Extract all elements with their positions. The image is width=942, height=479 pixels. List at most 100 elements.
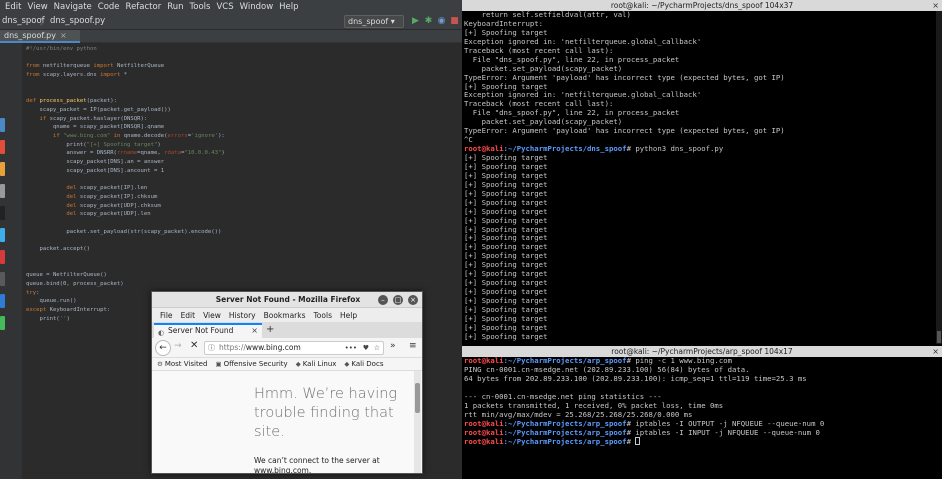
scrollbar-thumb[interactable] — [937, 331, 941, 343]
ide-menu-item[interactable]: Help — [276, 2, 301, 12]
ide-menu-item[interactable]: View — [24, 2, 50, 12]
ide-menu-item[interactable]: Refactor — [123, 2, 165, 12]
terminal-text: [+] Spoofing target — [464, 234, 548, 243]
terminal-line: [+] Spoofing target — [464, 306, 934, 315]
bookmark-item[interactable]: ◆ Kali Linux — [296, 360, 337, 368]
terminal-line: [+] Spoofing target — [464, 234, 934, 243]
dock-app-icon[interactable] — [0, 140, 5, 154]
code-line: qname = scapy_packet[DNSQR].qname — [26, 124, 165, 131]
page-actions-icon[interactable]: ••• — [345, 342, 357, 354]
bookmark-item[interactable]: ⚙ Most Visited — [157, 360, 207, 368]
scrollbar-thumb[interactable] — [415, 383, 420, 413]
prompt-path: :~/PycharmProjects/arp_spoof — [503, 357, 627, 365]
terminal-line: [+] Spoofing target — [464, 252, 934, 261]
terminal-line: --- cn-0001.cn-msedge.net ping statistic… — [464, 393, 934, 402]
editor-tab-dns-spoof[interactable]: dns_spoof.py × — [0, 30, 80, 43]
terminal-line: root@kali:~/PycharmProjects/arp_spoof# p… — [464, 357, 934, 366]
firefox-menu-item[interactable]: View — [199, 311, 225, 320]
terminal-title-bar[interactable]: root@kali: ~/PycharmProjects/arp_spoof 1… — [462, 346, 942, 357]
browser-tab[interactable]: ◐ Server Not Found × — [154, 323, 262, 338]
prompt-command: # python3 dns_spoof.py — [626, 145, 724, 154]
bookmark-item[interactable]: ▣ Offensive Security — [215, 360, 287, 368]
run-icon[interactable]: ▶ — [410, 16, 421, 27]
new-tab-button[interactable]: + — [266, 323, 274, 337]
terminal-line: [+] Spoofing target — [464, 199, 934, 208]
dock-app-icon[interactable] — [0, 250, 5, 264]
code-line: scapy_packet[DNS].ancount = 1 — [26, 167, 165, 174]
terminal-line: [+] Spoofing target — [464, 288, 934, 297]
ide-menu-item[interactable]: Edit — [2, 2, 24, 12]
overflow-icon[interactable]: » — [390, 341, 396, 351]
pocket-icon[interactable]: ♥ — [363, 342, 369, 354]
bookmark-label: Offensive Security — [223, 360, 288, 368]
dock-app-icon[interactable] — [0, 294, 5, 308]
close-icon[interactable]: × — [60, 31, 67, 40]
terminal-output[interactable]: root@kali:~/PycharmProjects/arp_spoof# p… — [464, 357, 934, 446]
dock-app-icon[interactable] — [0, 162, 5, 176]
terminal-scrollbar[interactable] — [936, 11, 942, 344]
close-icon[interactable]: × — [251, 325, 258, 337]
code-line: queue.bind(0, process_packet) — [26, 280, 124, 287]
firefox-menu-item[interactable]: Edit — [177, 311, 200, 320]
run-configuration-select[interactable]: dns_spoof ▾ — [344, 15, 404, 28]
stop-icon[interactable]: ■ — [449, 16, 460, 27]
code-line: queue = NetfilterQueue() — [26, 272, 107, 279]
firefox-menu-item[interactable]: File — [156, 311, 177, 320]
bookmark-label: Kali Linux — [302, 360, 337, 368]
firefox-menu-item[interactable]: Bookmarks — [260, 311, 310, 320]
terminal-line: Exception ignored in: 'netfilterqueue.gl… — [464, 38, 934, 47]
firefox-menu-item[interactable]: History — [225, 311, 260, 320]
terminal-text: PING cn-0001.cn-msedge.net (202.89.233.1… — [464, 365, 750, 374]
breadcrumb-project[interactable]: dns_spoof — [2, 16, 45, 26]
minimize-icon[interactable]: – — [378, 295, 388, 305]
bookmark-icon: ▣ — [215, 360, 222, 368]
coverage-icon[interactable]: ◉ — [436, 16, 447, 27]
bookmark-item[interactable]: ◆ Kali Docs — [344, 360, 383, 368]
terminal-line: Exception ignored in: 'netfilterqueue.gl… — [464, 91, 934, 100]
close-icon[interactable]: × — [932, 0, 939, 11]
dock-app-icon[interactable] — [0, 118, 5, 132]
terminal-line: return self.setfieldval(attr, val) — [464, 11, 934, 20]
terminal-arp-spoof[interactable]: root@kali: ~/PycharmProjects/arp_spoof 1… — [462, 346, 942, 479]
ide-menu-item[interactable]: Window — [237, 2, 277, 12]
ide-menu-item[interactable]: VCS — [213, 2, 236, 12]
prompt-command: # iptables -I OUTPUT -j NFQUEUE --queue-… — [626, 419, 825, 428]
terminal-text: File "dns_spoof.py", line 22, in process… — [464, 55, 680, 64]
forward-icon[interactable]: → — [174, 341, 182, 351]
terminal-title-bar[interactable]: root@kali: ~/PycharmProjects/dns_spoof 1… — [462, 0, 942, 11]
back-icon[interactable]: ← — [155, 340, 171, 356]
ide-menu-item[interactable]: Code — [95, 2, 123, 12]
terminal-dns-spoof[interactable]: root@kali: ~/PycharmProjects/dns_spoof 1… — [462, 0, 942, 344]
terminal-line: [+] Spoofing target — [464, 163, 934, 172]
hamburger-menu-icon[interactable]: ≡ — [409, 341, 417, 351]
close-icon[interactable]: × — [932, 346, 939, 357]
dock-app-icon[interactable] — [0, 206, 5, 220]
bookmark-star-icon[interactable]: ☆ — [374, 342, 380, 354]
firefox-menu-item[interactable]: Tools — [310, 311, 336, 320]
stop-icon[interactable]: ✕ — [190, 340, 198, 351]
page-scrollbar[interactable] — [414, 371, 421, 473]
firefox-menu-item[interactable]: Help — [336, 311, 361, 320]
terminal-output[interactable]: return self.setfieldval(attr, val) Keyboa… — [464, 11, 934, 342]
terminal-line: PING cn-0001.cn-msedge.net (202.89.233.1… — [464, 366, 934, 375]
dock-app-icon[interactable] — [0, 184, 5, 198]
ide-menu-item[interactable]: Navigate — [51, 2, 95, 12]
url-bar[interactable]: ⓘ https://www.bing.com ••• ♥ ☆ — [204, 341, 384, 355]
terminal-line: [+] Spoofing target — [464, 208, 934, 217]
firefox-title-bar[interactable]: Server Not Found - Mozilla Firefox – □ × — [152, 292, 422, 308]
code-line: if "www.bing.com" in qname.decode(errors… — [52, 133, 225, 139]
terminal-line: [+] Spoofing target — [464, 172, 934, 181]
terminal-line: [+] Spoofing target — [464, 279, 934, 288]
close-icon[interactable]: × — [408, 295, 418, 305]
ide-menu-item[interactable]: Run — [164, 2, 186, 12]
dock-app-icon[interactable] — [0, 228, 5, 242]
breadcrumb-file[interactable]: dns_spoof.py — [50, 16, 105, 26]
maximize-icon[interactable]: □ — [393, 295, 403, 305]
dock-app-icon[interactable] — [0, 272, 5, 286]
dock-app-icon[interactable] — [0, 316, 5, 330]
info-icon[interactable]: ⓘ — [208, 342, 215, 354]
ide-menu-item[interactable]: Tools — [187, 2, 214, 12]
bookmark-label: Most Visited — [164, 360, 208, 368]
debug-icon[interactable]: ✱ — [423, 16, 434, 27]
prompt-command: # — [626, 437, 636, 447]
